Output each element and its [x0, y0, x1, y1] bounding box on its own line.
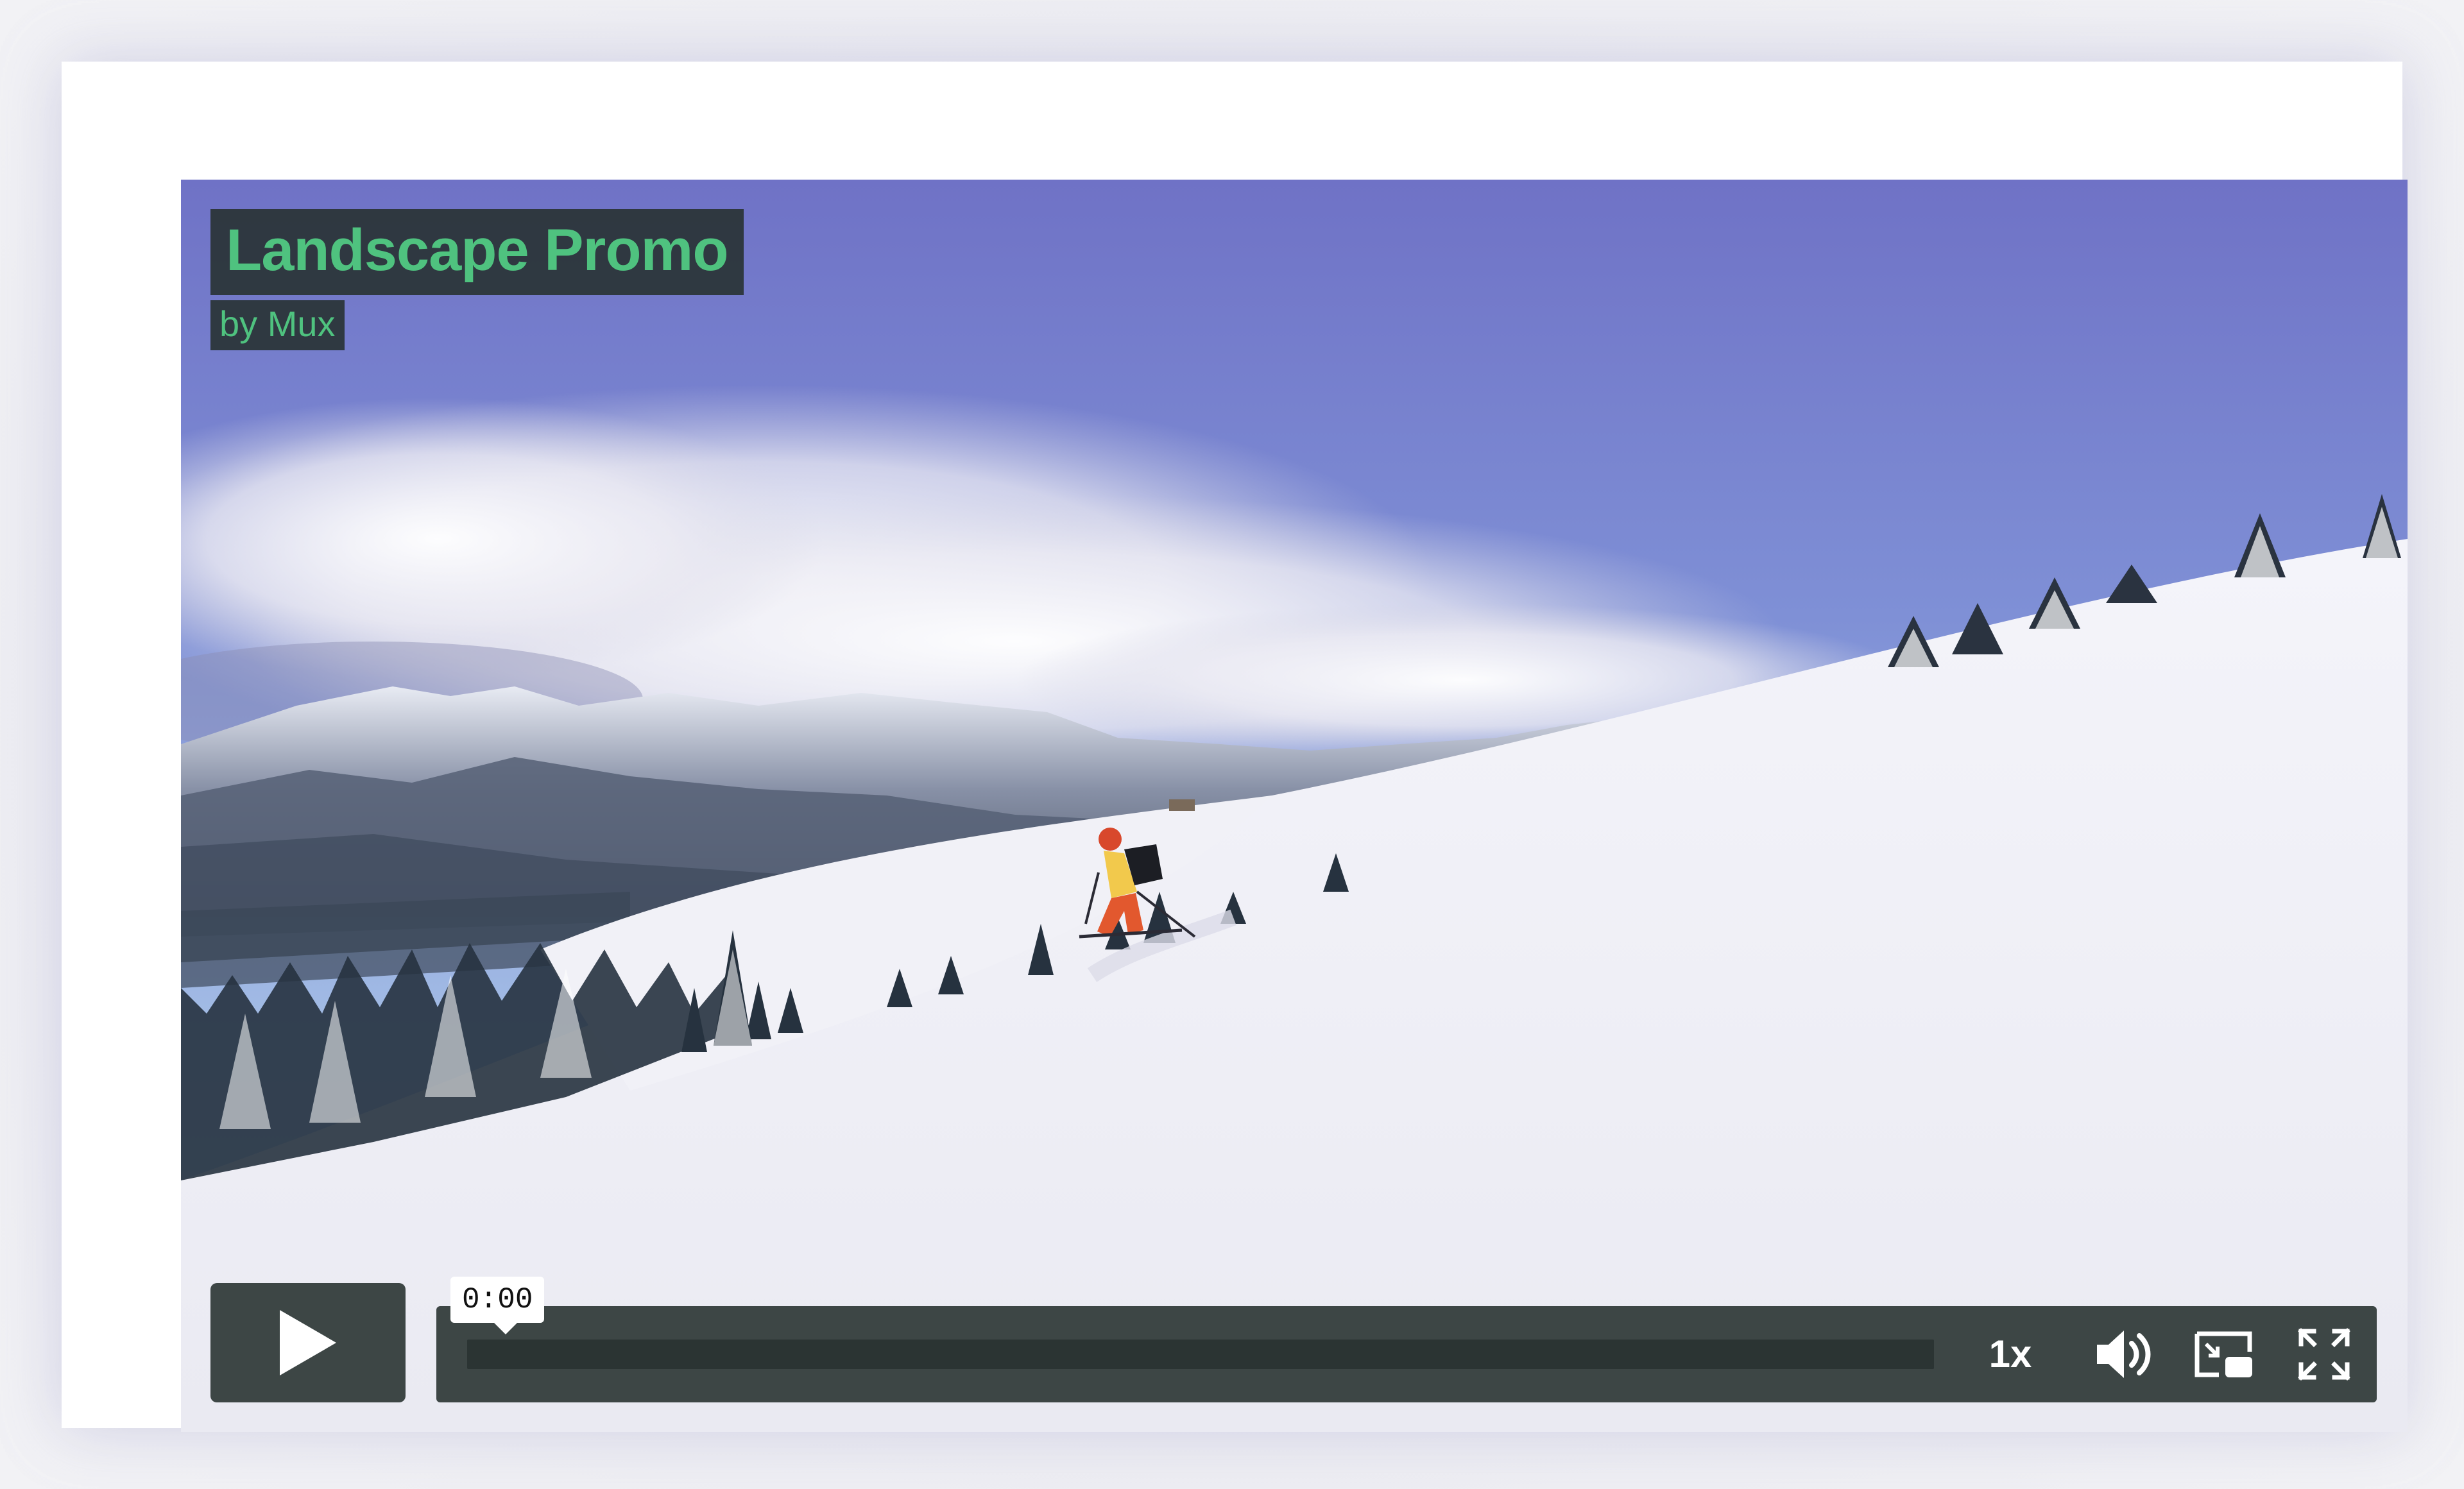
volume-icon — [2097, 1331, 2151, 1378]
play-button[interactable] — [210, 1283, 406, 1402]
seek-bar[interactable]: 0:00 — [450, 1277, 1934, 1369]
video-title-overlay: Landscape Promo — [210, 209, 744, 295]
fullscreen-icon — [2298, 1328, 2350, 1381]
fullscreen-button[interactable] — [2292, 1325, 2356, 1383]
picture-in-picture-icon — [2194, 1331, 2252, 1377]
playback-rate-button[interactable]: 1x — [1975, 1328, 2046, 1381]
control-bar: 0:00 1x — [436, 1277, 2377, 1402]
play-icon — [280, 1310, 336, 1375]
pip-button[interactable] — [2192, 1325, 2256, 1383]
video-title: Landscape Promo — [226, 217, 729, 283]
video-byline: by Mux — [219, 303, 336, 344]
time-tooltip: 0:00 — [450, 1277, 545, 1334]
mute-button[interactable] — [2092, 1325, 2156, 1383]
player-card: Landscape Promo by Mux 0:00 1x — [62, 62, 2408, 1432]
video-frame-ski-scene — [181, 180, 2408, 1432]
video-byline-overlay: by Mux — [210, 300, 345, 350]
video-player[interactable]: Landscape Promo by Mux 0:00 1x — [181, 180, 2408, 1432]
